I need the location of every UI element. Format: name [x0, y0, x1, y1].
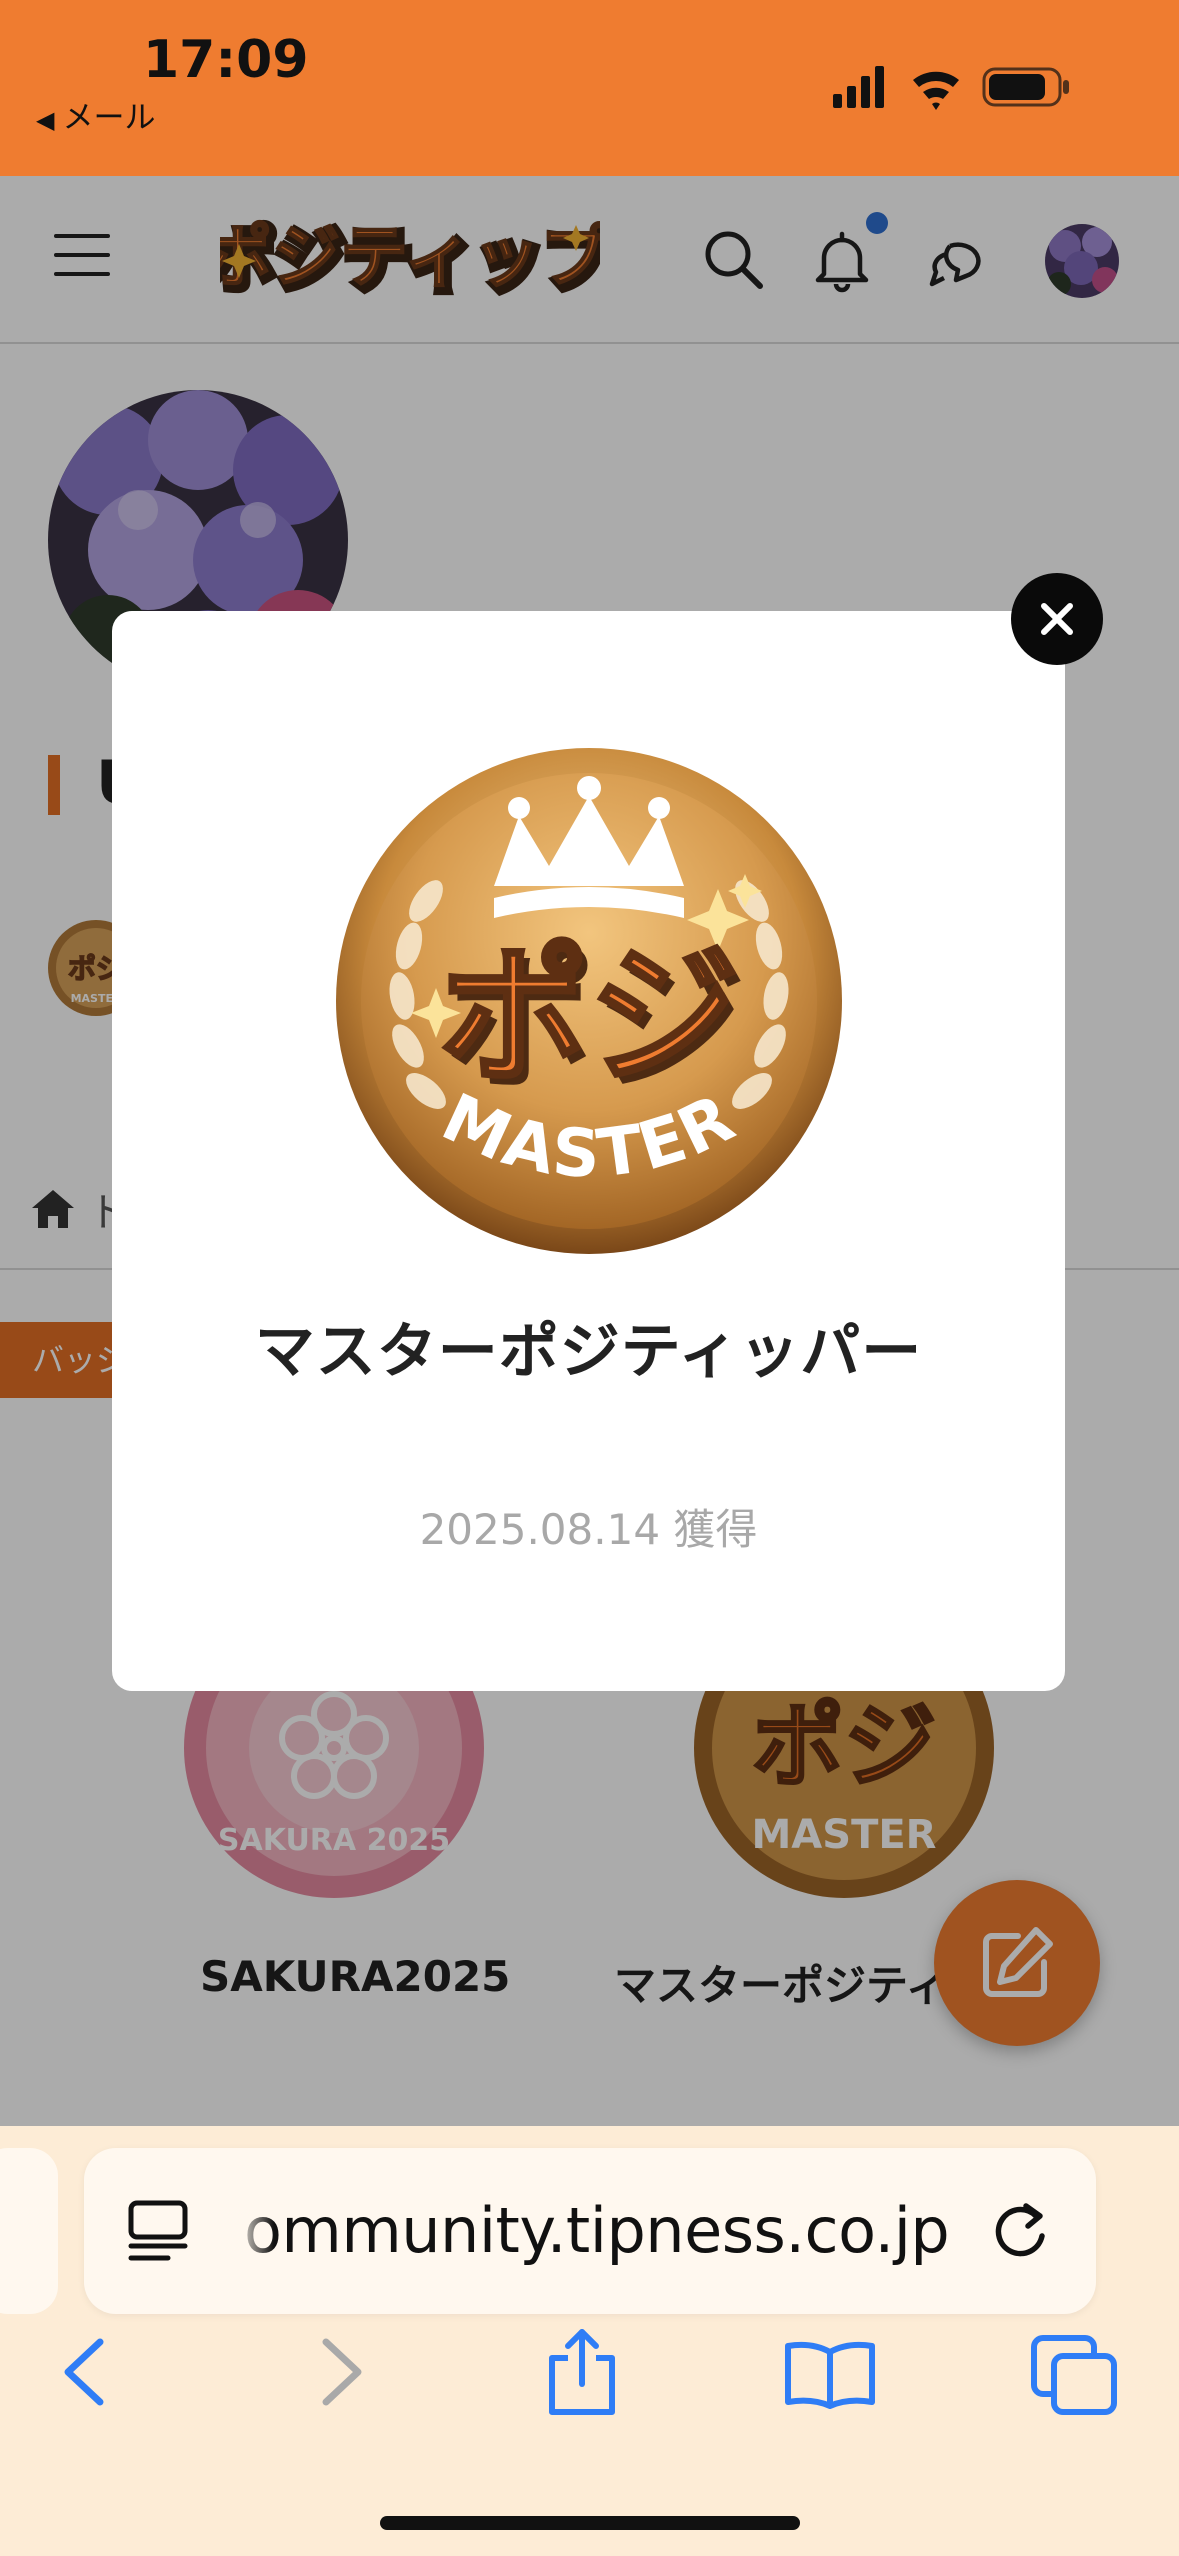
bookmarks-icon[interactable]	[782, 2340, 878, 2410]
close-icon	[1041, 603, 1073, 635]
battery-icon	[982, 67, 1069, 107]
url-text[interactable]: ommunity.tipness.co.jp	[244, 2194, 950, 2267]
master-medal-image: ポジ ポジ MASTER	[336, 748, 842, 1254]
previous-tab-card[interactable]	[0, 2148, 58, 2314]
forward-icon[interactable]	[310, 2336, 370, 2408]
acquired-date-value: 2025.08.14	[419, 1505, 661, 1554]
reload-icon[interactable]	[990, 2200, 1052, 2262]
address-bar[interactable]: ommunity.tipness.co.jp	[84, 2148, 1096, 2314]
acquired-label: 獲得	[673, 1505, 758, 1554]
share-icon[interactable]	[544, 2326, 620, 2418]
modal-acquired-date: 2025.08.14 獲得	[112, 1496, 1065, 1557]
modal-badge-title: マスターポジティッパー	[254, 1317, 923, 1387]
home-indicator	[380, 2516, 800, 2530]
page-menu-icon[interactable]	[128, 2200, 188, 2262]
modal-close-button[interactable]	[1011, 573, 1103, 665]
tabs-icon[interactable]	[1030, 2334, 1120, 2418]
status-bar: 17:09 ◀ メール	[0, 0, 1179, 176]
status-time: 17:09	[143, 30, 309, 90]
back-to-mail-label: メール	[62, 100, 156, 136]
wifi-icon	[913, 71, 959, 110]
signal-icon	[833, 66, 884, 108]
back-triangle-icon: ◀	[36, 106, 55, 134]
badge-detail-modal: ポジ ポジ MASTER マスターポジティッパー 2025.08.14 獲得	[112, 611, 1065, 1691]
back-icon[interactable]	[56, 2336, 116, 2408]
status-icons	[833, 66, 1069, 110]
medal-logo-text: ポジ	[439, 930, 739, 1104]
back-to-mail-link[interactable]: ◀ メール	[36, 92, 155, 137]
